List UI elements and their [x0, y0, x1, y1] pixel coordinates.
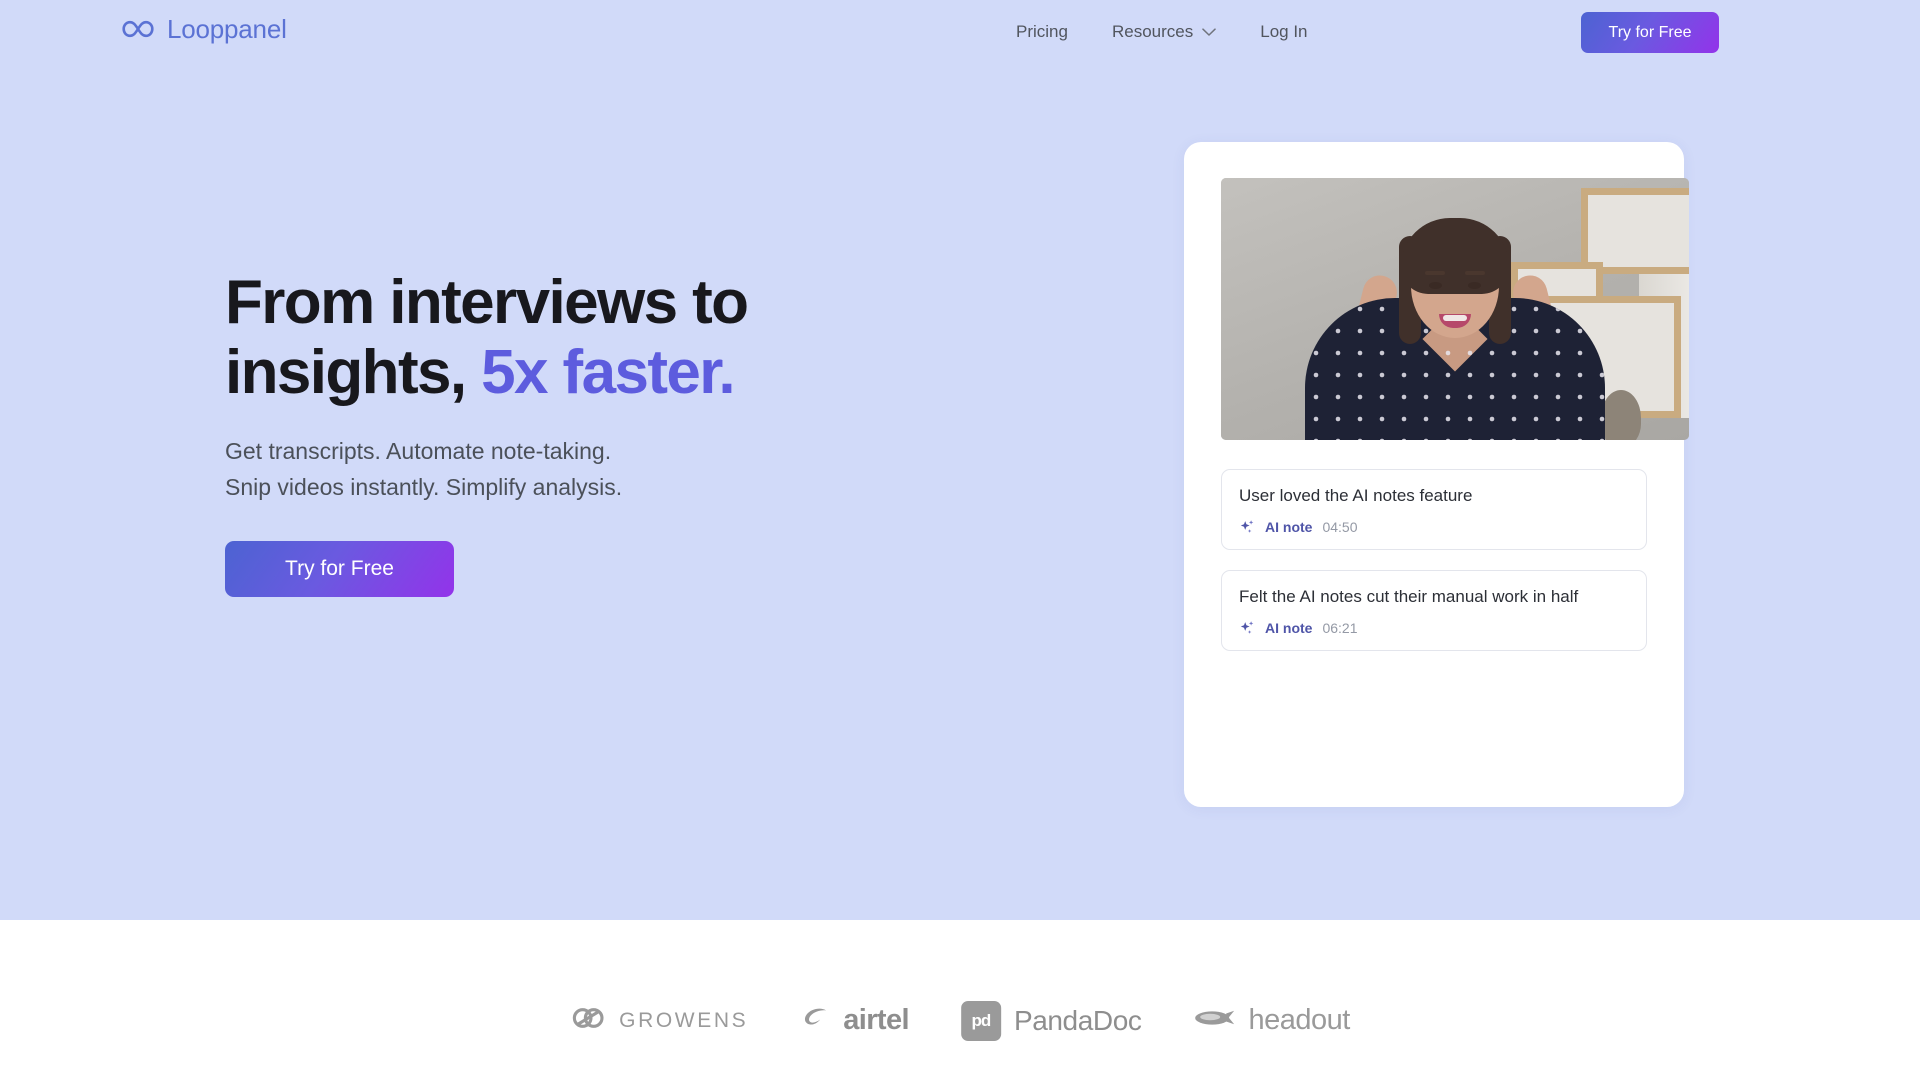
logo-pandadoc: pd PandaDoc [960, 1000, 1142, 1041]
sparkle-icon [1239, 519, 1255, 535]
hero-subhead-line-1: Get transcripts. Automate note-taking. [225, 438, 612, 465]
hero-copy: From interviews to insights, 5x faster. … [225, 268, 925, 598]
ai-note-timestamp: 06:21 [1322, 619, 1358, 636]
person-eye [1429, 282, 1442, 289]
headline-accent: 5x faster. [481, 338, 735, 408]
nav-link-login[interactable]: Log In [1238, 16, 1329, 48]
ai-note-text: Felt the AI notes cut their manual work … [1239, 586, 1579, 606]
logo-pandadoc-label: PandaDoc [1013, 1004, 1142, 1036]
ai-note-meta: AI note 04:50 [1239, 519, 1629, 535]
brand-logo[interactable]: Looppanel [120, 16, 287, 42]
video-thumbnail[interactable] [1221, 178, 1689, 440]
headline-line-2-plain: insights, [225, 338, 482, 408]
logo-airtel: airtel [800, 1004, 910, 1037]
ai-note-timestamp: 04:50 [1322, 518, 1358, 535]
growens-link-icon [570, 1000, 606, 1041]
nav-links: Pricing Resources Log In [994, 16, 1330, 48]
person-brow [1465, 271, 1485, 275]
ai-note-card[interactable]: Felt the AI notes cut their manual work … [1221, 569, 1647, 651]
ai-note-text: User loved the AI notes feature [1239, 486, 1473, 505]
customer-logos: GROWENS airtel pd PandaDoc headout [570, 1000, 1350, 1041]
ai-note-card[interactable]: User loved the AI notes feature AI note … [1221, 469, 1647, 550]
top-navbar: Looppanel Pricing Resources Log In Try f… [0, 0, 1920, 64]
logo-growens-label: GROWENS [619, 1009, 749, 1032]
airtel-swoosh-icon [800, 1004, 830, 1037]
hero-section: Looppanel Pricing Resources Log In Try f… [0, 0, 1920, 920]
hero-try-for-free-button[interactable]: Try for Free [225, 541, 454, 598]
logo-growens: GROWENS [570, 1000, 748, 1041]
media-preview-card: User loved the AI notes feature AI note … [1184, 142, 1689, 807]
ai-note-label: AI note [1265, 619, 1313, 636]
page-title: From interviews to insights, 5x faster. [225, 268, 925, 408]
sparkle-icon [1239, 620, 1255, 636]
logo-airtel-label: airtel [843, 1004, 909, 1036]
nav-try-for-free-button[interactable]: Try for Free [1581, 12, 1719, 53]
headout-blimp-icon [1194, 1005, 1236, 1036]
headline-line-1: From interviews to [225, 268, 749, 337]
person-eye [1468, 282, 1481, 289]
chevron-down-icon [1202, 27, 1216, 37]
hero-subhead: Get transcripts. Automate note-taking. S… [225, 434, 925, 505]
customer-logos-section: GROWENS airtel pd PandaDoc headout [0, 920, 1920, 1080]
decor-plant [1601, 390, 1641, 440]
person-brow [1425, 271, 1445, 275]
nav-link-pricing[interactable]: Pricing [994, 16, 1090, 48]
ai-note-meta: AI note 06:21 [1239, 620, 1629, 636]
pandadoc-badge-icon: pd [960, 1000, 1001, 1041]
logo-headout-label: headout [1248, 1004, 1351, 1036]
infinity-icon [120, 19, 156, 39]
landing-page: Looppanel Pricing Resources Log In Try f… [0, 0, 1920, 1080]
ai-notes-list: User loved the AI notes feature AI note … [1221, 469, 1647, 651]
nav-link-resources-label: Resources [1111, 22, 1194, 41]
brand-name: Looppanel [167, 14, 287, 44]
logo-headout: headout [1194, 1005, 1350, 1036]
nav-link-resources[interactable]: Resources [1090, 16, 1238, 48]
hero-subhead-line-2: Snip videos instantly. Simplify analysis… [225, 473, 623, 500]
ai-note-label: AI note [1265, 518, 1313, 535]
